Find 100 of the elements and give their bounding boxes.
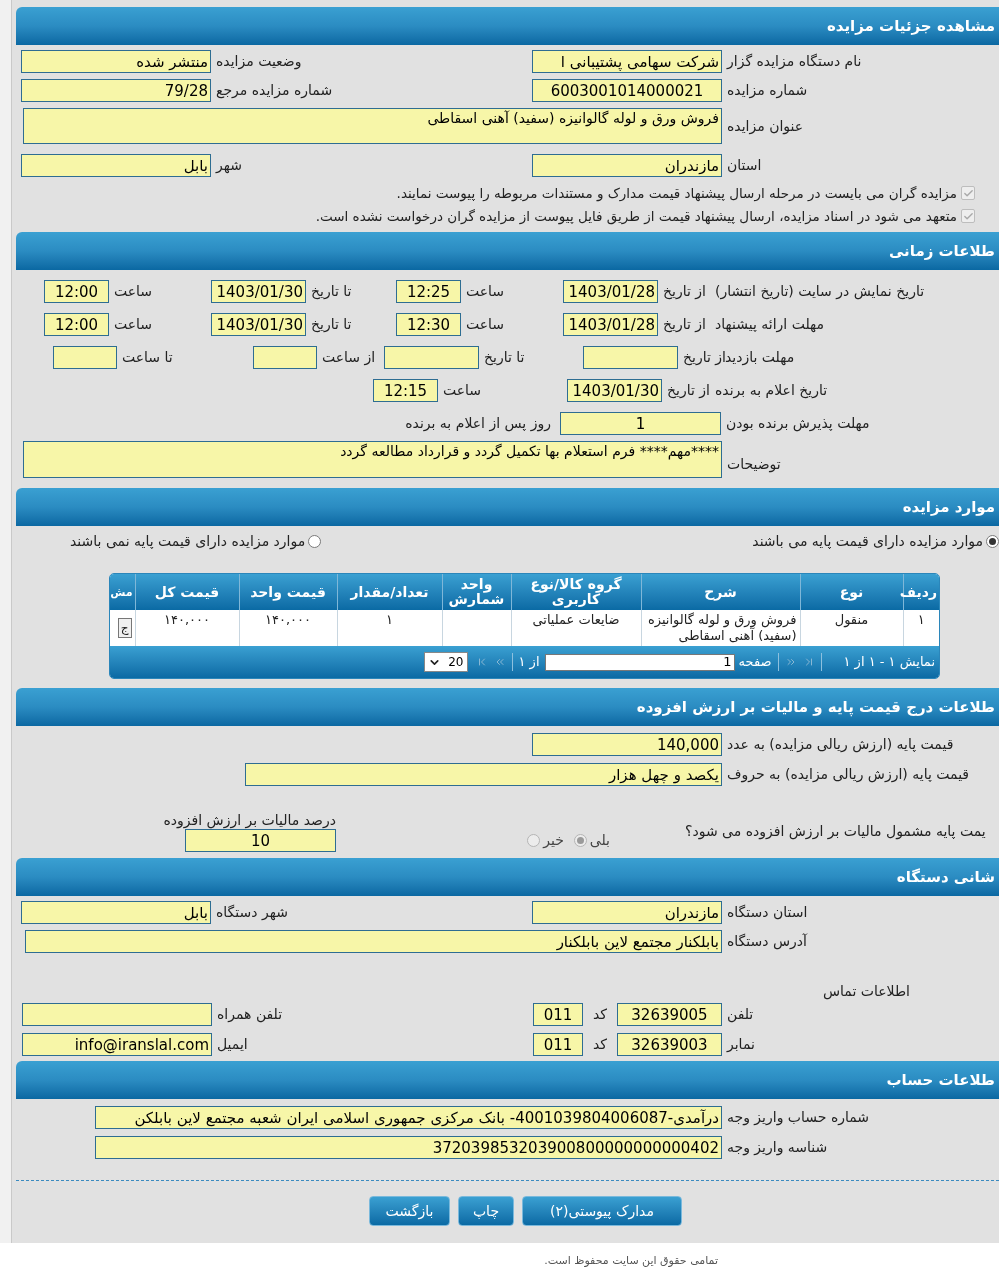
field-label: استان دستگاه [727, 903, 808, 922]
input-field[interactable]: بابل [21, 901, 211, 924]
input-field[interactable]: 12:25 [396, 280, 461, 303]
field-label: تلفن [727, 1005, 754, 1025]
column-header: شرح [641, 574, 800, 610]
field-label: نام دستگاه مزایده گزار [727, 52, 862, 72]
field-label: تا ساعت [122, 348, 173, 367]
section-title: طلاعات حساب [886, 1069, 995, 1091]
input-field[interactable]: 140,000 [532, 733, 722, 756]
checkbox-label: متعهد می شود در اسناد مزایده، ارسال پیشنهاد قیمت از طریق فایل پیوست از مزایده گران درخواست نشده است. [315, 206, 957, 227]
section-title: شانی دستگاه [896, 866, 995, 888]
field-label: روز پس از اعلام به برنده [405, 414, 552, 434]
pager-summary: نمایش ۱ - ۱ از ۱ [843, 653, 935, 672]
input-field[interactable]: درآمدی-4001039804006087- بانک مرکزی جمهوری اسلامی ایران شعبه مجتمع لاین بابلکن [95, 1106, 722, 1129]
section-title: مشاهده جزئیات مزایده [826, 15, 995, 37]
radio-label: خیر [543, 831, 564, 851]
input-field[interactable] [253, 346, 317, 369]
field-label: از تاریخ [663, 282, 706, 302]
input-field[interactable] [583, 346, 678, 369]
input-field[interactable]: 1403/01/30 [211, 280, 306, 303]
field-label: نمابر [727, 1035, 755, 1054]
input-field[interactable]: شرکت سهامی پشتیبانی ا [532, 50, 722, 73]
row-action-button[interactable]: ج [117, 618, 132, 638]
input-field[interactable]: مازندران [532, 154, 722, 177]
field-label: قیمت پایه (ارزش ریالی مزایده) به عدد [727, 735, 954, 755]
field-label: ساعت [114, 315, 153, 334]
input-field[interactable]: info@iranslal.com [22, 1033, 212, 1056]
input-field[interactable] [22, 1003, 212, 1026]
page-size-select[interactable]: 20 [423, 652, 468, 672]
text-area[interactable]: ****مهم**** فرم استعلام بها تکمیل گردد و قرارداد مطالعه گردد [23, 441, 722, 478]
radio-button[interactable] [986, 534, 999, 548]
field-label: ساعت [114, 282, 153, 301]
column-header: مش [110, 574, 135, 610]
field-label: تا تاریخ [311, 282, 352, 302]
field-label: تلفن همراه [217, 1005, 283, 1025]
column-header: قیمت کل [135, 574, 239, 610]
field-label: مهلت پذیرش برنده بودن [726, 414, 870, 434]
action-button[interactable]: مدارک پیوستی(۲) [522, 1196, 682, 1226]
next-page-icon[interactable] [784, 656, 797, 668]
section-title: طلاعات زمانی [888, 240, 995, 262]
field-label: از تاریخ [683, 348, 726, 368]
input-field[interactable] [384, 346, 479, 369]
field-label: عنوان مزایده [727, 116, 804, 137]
field-label: ساعت [466, 282, 505, 301]
input-field[interactable]: بابلکنار مجتمع لاین بابلکنار [25, 930, 722, 953]
input-field[interactable]: بابل [21, 154, 211, 177]
page-input[interactable]: 1 [544, 653, 735, 671]
radio-button[interactable] [308, 534, 322, 548]
action-button[interactable]: بازگشت [369, 1196, 450, 1226]
field-label: از ساعت [322, 348, 376, 368]
input-field[interactable] [53, 346, 117, 369]
field-label: وضعیت مزایده [216, 52, 302, 72]
input-field[interactable]: 1403/01/28 [563, 280, 658, 303]
column-header: قیمت واحد [239, 574, 337, 610]
action-button[interactable]: چاپ [458, 1196, 514, 1226]
page-label: صفحه [738, 653, 772, 672]
input-field[interactable]: 1 [560, 412, 721, 435]
input-field[interactable]: 372039853203900800000000000402 [95, 1136, 722, 1159]
field-label: شماره مزایده مرجع [216, 81, 333, 101]
input-field[interactable]: 011 [533, 1003, 583, 1026]
radio-label: بلی [589, 831, 610, 850]
radio-label: موارد مزایده دارای قیمت پایه نمی باشند [70, 531, 306, 552]
input-field[interactable]: 011 [533, 1033, 583, 1056]
column-header: واحد شمارش [442, 574, 511, 610]
field-label: اطلاعات تماس [823, 983, 910, 999]
input-field[interactable]: 32639005 [617, 1003, 722, 1026]
input-field[interactable]: 12:00 [44, 313, 109, 336]
field-label: آدرس دستگاه [727, 932, 807, 952]
field-label: استان [727, 156, 762, 175]
field-label: مهلت بازدید [725, 348, 795, 368]
radio-label: موارد مزایده دارای قیمت پایه می باشند [752, 531, 983, 552]
input-field[interactable]: 1403/01/28 [563, 313, 658, 336]
field-label: شهر دستگاه [216, 903, 288, 923]
section-title: موارد مزایده [902, 496, 995, 518]
input-field[interactable]: 1403/01/30 [567, 379, 662, 402]
field-label: شماره حساب واریز وجه [727, 1108, 870, 1128]
input-field[interactable]: 1403/01/30 [211, 313, 306, 336]
input-field[interactable]: 79/28 [21, 79, 211, 102]
input-field[interactable]: 32639003 [617, 1033, 722, 1056]
input-field[interactable]: 12:15 [373, 379, 438, 402]
column-header: گروه کالا/نوع کاربری [511, 574, 641, 610]
field-label: شماره مزایده [727, 81, 808, 101]
input-field[interactable]: مازندران [532, 901, 722, 924]
field-label: تاریخ نمایش در سایت (تاریخ انتشار) [715, 282, 925, 302]
section-title: طلاعات درج قیمت پایه و مالیات بر ارزش افزوده [636, 696, 995, 719]
checkbox-label: مزایده گران می بایست در مرحله ارسال پیشنهاد قیمت مدارک و مستندات مربوطه را پیوست نمایند. [396, 183, 957, 204]
field-label: کد [593, 1005, 607, 1024]
input-field[interactable]: منتشر شده [21, 50, 211, 73]
input-field[interactable]: 12:00 [44, 280, 109, 303]
field-label: قیمت پایه (ارزش ریالی مزایده) به حروف [727, 765, 970, 785]
input-field[interactable]: 12:30 [396, 313, 461, 336]
field-label: ساعت [466, 315, 505, 334]
input-field[interactable]: یکصد و چهل هزار [245, 763, 722, 786]
field-label: تا تاریخ [484, 348, 525, 368]
field-label: از تاریخ [667, 381, 710, 401]
field-label: شناسه واریز وجه [727, 1138, 828, 1158]
field-label: از تاریخ [663, 315, 706, 335]
input-field[interactable]: 6003001014000021 [532, 79, 722, 102]
text-area[interactable]: فروش ورق و لوله گالوانیزه (سفید) آهنی اسقاطی [23, 108, 722, 144]
field-label: شهر [216, 156, 242, 176]
